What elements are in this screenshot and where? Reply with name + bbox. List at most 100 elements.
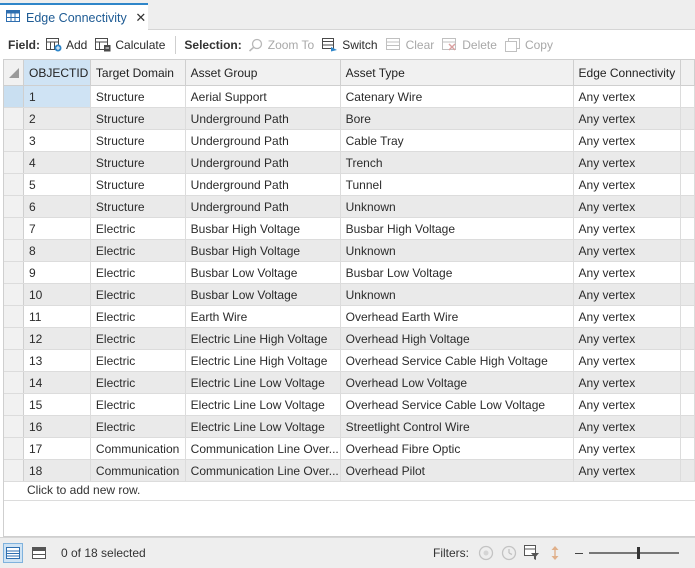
cell-asset-type[interactable]: Overhead High Voltage [340,327,574,350]
table-row[interactable]: 15 Electric Electric Line Low Voltage Overh… [4,393,695,416]
zoom-to-button[interactable]: Zoom To [248,38,314,52]
row-selector[interactable] [4,129,24,152]
cell-asset-group[interactable]: Underground Path [185,129,341,152]
cell-objectid[interactable]: 15 [23,393,91,416]
cell-asset-group[interactable]: Busbar Low Voltage [185,261,341,284]
cell-objectid[interactable]: 2 [23,107,91,130]
cell-target-domain[interactable]: Structure [90,107,186,130]
cell-edge-connectivity[interactable]: Any vertex [573,151,682,174]
cell-target-domain[interactable]: Electric [90,305,186,328]
column-header-objectid[interactable]: OBJECTID [23,60,91,86]
column-header-asset-type[interactable]: Asset Type [340,60,574,86]
cell-objectid[interactable]: 10 [23,283,91,306]
delete-selection-button[interactable]: Delete [442,37,497,52]
cell-objectid[interactable]: 3 [23,129,91,152]
cell-edge-connectivity[interactable]: Any vertex [573,283,682,306]
show-all-records-button[interactable] [3,543,23,563]
row-selector[interactable] [4,349,24,372]
table-row[interactable]: 12 Electric Electric Line High Voltage Over… [4,327,695,350]
cell-asset-type[interactable]: Streetlight Control Wire [340,415,574,438]
filter-by-definition-query-icon[interactable] [523,544,541,562]
tab-edge-connectivity[interactable]: Edge Connectivity ✕ [0,3,148,30]
cell-target-domain[interactable]: Electric [90,393,186,416]
cell-edge-connectivity[interactable]: Any vertex [573,415,682,438]
filter-by-time-icon[interactable] [500,544,518,562]
cell-edge-connectivity[interactable]: Any vertex [573,85,682,108]
cell-target-domain[interactable]: Electric [90,239,186,262]
table-row[interactable]: 7 Electric Busbar High Voltage Busbar High … [4,217,695,240]
table-row[interactable]: 8 Electric Busbar High Voltage Unknown Any v… [4,239,695,262]
cell-asset-type[interactable]: Catenary Wire [340,85,574,108]
cell-edge-connectivity[interactable]: Any vertex [573,393,682,416]
cell-objectid[interactable]: 11 [23,305,91,328]
cell-asset-type[interactable]: Unknown [340,195,574,218]
cell-asset-type[interactable]: Busbar High Voltage [340,217,574,240]
sort-order-icon[interactable] [546,544,564,562]
cell-target-domain[interactable]: Electric [90,349,186,372]
cell-target-domain[interactable]: Structure [90,151,186,174]
cell-objectid[interactable]: 8 [23,239,91,262]
cell-target-domain[interactable]: Electric [90,371,186,394]
cell-asset-group[interactable]: Busbar Low Voltage [185,283,341,306]
cell-target-domain[interactable]: Structure [90,195,186,218]
cell-asset-type[interactable]: Overhead Service Cable High Voltage [340,349,574,372]
cell-edge-connectivity[interactable]: Any vertex [573,261,682,284]
cell-asset-type[interactable]: Trench [340,151,574,174]
cell-objectid[interactable]: 9 [23,261,91,284]
cell-edge-connectivity[interactable]: Any vertex [573,129,682,152]
cell-edge-connectivity[interactable]: Any vertex [573,349,682,372]
show-selected-records-button[interactable] [29,543,49,563]
cell-edge-connectivity[interactable]: Any vertex [573,173,682,196]
copy-selection-button[interactable]: Copy [504,37,553,52]
add-field-button[interactable]: Add [46,37,87,52]
cell-objectid[interactable]: 1 [23,85,91,108]
zoom-slider[interactable] [589,547,679,559]
row-selector[interactable] [4,195,24,218]
table-row[interactable]: 4 Structure Underground Path Trench Any vert… [4,151,695,174]
cell-objectid[interactable]: 13 [23,349,91,372]
cell-asset-type[interactable]: Tunnel [340,173,574,196]
table-row[interactable]: 5 Structure Underground Path Tunnel Any vert… [4,173,695,196]
table-row[interactable]: 1 Structure Aerial Support Catenary Wire Any… [4,85,695,108]
cell-asset-group[interactable]: Communication Line Over... [185,437,341,460]
cell-edge-connectivity[interactable]: Any vertex [573,195,682,218]
cell-target-domain[interactable]: Structure [90,129,186,152]
cell-edge-connectivity[interactable]: Any vertex [573,305,682,328]
cell-objectid[interactable]: 17 [23,437,91,460]
cell-asset-type[interactable]: Cable Tray [340,129,574,152]
cell-asset-group[interactable]: Busbar High Voltage [185,239,341,262]
column-header-target-domain[interactable]: Target Domain [90,60,186,86]
cell-target-domain[interactable]: Electric [90,261,186,284]
cell-objectid[interactable]: 5 [23,173,91,196]
cell-asset-type[interactable]: Overhead Earth Wire [340,305,574,328]
table-row[interactable]: 9 Electric Busbar Low Voltage Busbar Low Vo… [4,261,695,284]
table-row[interactable]: 17 Communication Communication Line Over..… [4,437,695,460]
cell-asset-type[interactable]: Unknown [340,283,574,306]
cell-target-domain[interactable]: Electric [90,283,186,306]
table-row[interactable]: 3 Structure Underground Path Cable Tray Any … [4,129,695,152]
clear-selection-button[interactable]: Clear [385,37,434,52]
cell-target-domain[interactable]: Communication [90,437,186,460]
row-selector[interactable] [4,371,24,394]
row-selector[interactable] [4,437,24,460]
cell-target-domain[interactable]: Structure [90,173,186,196]
cell-asset-group[interactable]: Underground Path [185,151,341,174]
cell-edge-connectivity[interactable]: Any vertex [573,327,682,350]
switch-selection-button[interactable]: Switch [322,37,378,52]
select-all-corner[interactable] [4,60,24,86]
calculate-field-button[interactable]: Calculate [95,37,165,52]
cell-asset-group[interactable]: Underground Path [185,195,341,218]
cell-asset-group[interactable]: Busbar High Voltage [185,217,341,240]
filter-by-extent-icon[interactable] [477,544,495,562]
row-selector[interactable] [4,327,24,350]
cell-asset-group[interactable]: Electric Line Low Voltage [185,393,341,416]
cell-edge-connectivity[interactable]: Any vertex [573,217,682,240]
table-row[interactable]: 16 Electric Electric Line Low Voltage Stree… [4,415,695,438]
cell-asset-type[interactable]: Overhead Low Voltage [340,371,574,394]
cell-edge-connectivity[interactable]: Any vertex [573,371,682,394]
row-selector[interactable] [4,239,24,262]
column-header-asset-group[interactable]: Asset Group [185,60,341,86]
cell-asset-group[interactable]: Electric Line Low Voltage [185,415,341,438]
cell-asset-group[interactable]: Underground Path [185,173,341,196]
cell-asset-group[interactable]: Electric Line High Voltage [185,327,341,350]
